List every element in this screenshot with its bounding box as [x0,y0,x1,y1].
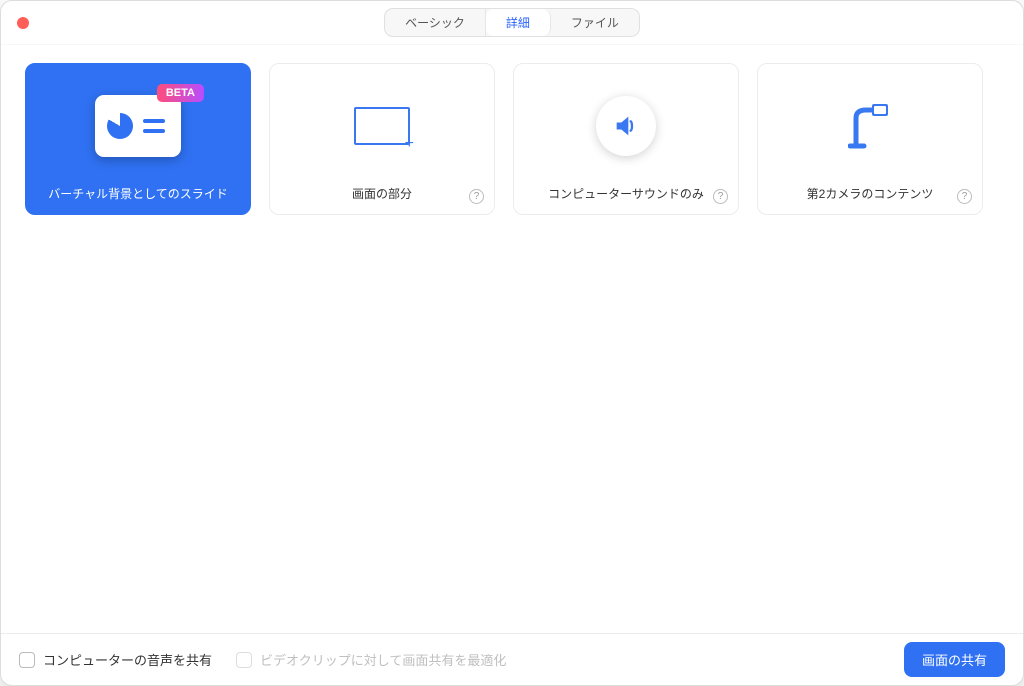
tab-segmented-control: ベーシック 詳細 ファイル [384,8,640,37]
help-icon[interactable]: ? [469,189,484,204]
share-button[interactable]: 画面の共有 [904,642,1005,677]
option-label: 第2カメラのコンテンツ [801,181,940,202]
tab-file[interactable]: ファイル [551,9,639,36]
titlebar: ベーシック 詳細 ファイル [1,1,1023,45]
speaker-icon [514,64,738,181]
checkbox-label: コンピューターの音声を共有 [43,650,212,669]
checkbox-icon [236,652,252,668]
document-camera-icon [758,64,982,181]
checkbox-icon [19,652,35,668]
checkbox-optimize-video-clip: ビデオクリップに対して画面共有を最適化 [236,650,506,669]
checkbox-share-computer-audio[interactable]: コンピューターの音声を共有 [19,650,212,669]
option-virtual-background-slide[interactable]: BETA バーチャル背景としてのスライド [25,63,251,215]
option-label: 画面の部分 [346,181,418,202]
screen-portion-icon [270,64,494,181]
slide-icon [26,64,250,181]
tab-basic[interactable]: ベーシック [385,9,486,36]
footer-bar: コンピューターの音声を共有 ビデオクリップに対して画面共有を最適化 画面の共有 [1,633,1023,685]
option-second-camera[interactable]: 第2カメラのコンテンツ ? [757,63,983,215]
option-label: バーチャル背景としてのスライド [42,181,234,202]
option-screen-portion[interactable]: 画面の部分 ? [269,63,495,215]
beta-badge: BETA [157,84,204,102]
share-options-grid: BETA バーチャル背景としてのスライド 画面の部分 ? [1,45,1023,633]
help-icon[interactable]: ? [713,189,728,204]
share-screen-window: ベーシック 詳細 ファイル BETA バーチャル背景としてのスライド 画面の部分… [0,0,1024,686]
help-icon[interactable]: ? [957,189,972,204]
tab-advanced[interactable]: 詳細 [486,9,551,36]
option-computer-sound-only[interactable]: コンピューターサウンドのみ ? [513,63,739,215]
checkbox-label: ビデオクリップに対して画面共有を最適化 [260,650,506,669]
option-label: コンピューターサウンドのみ [542,181,710,202]
close-window-button[interactable] [17,17,29,29]
